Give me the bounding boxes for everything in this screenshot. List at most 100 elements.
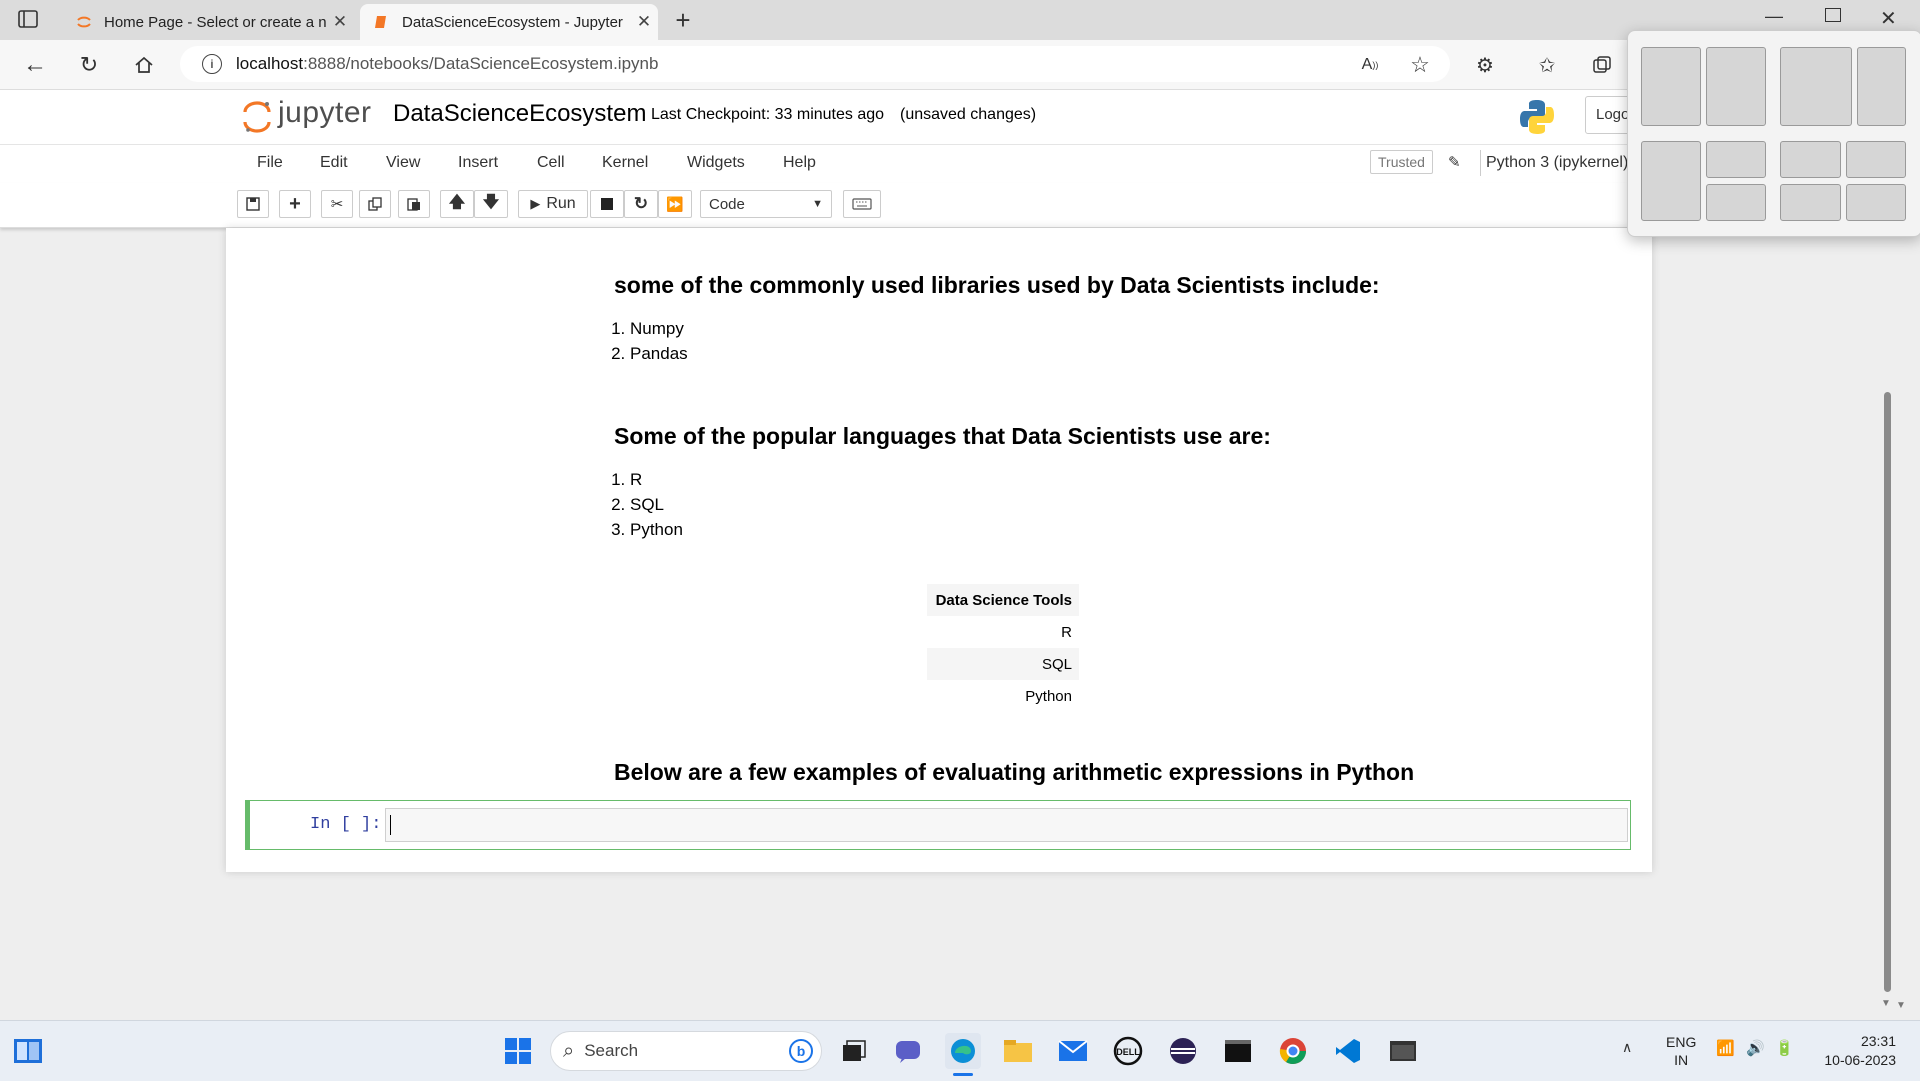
tab-title: DataScienceEcosystem - Jupyter bbox=[402, 13, 623, 31]
code-input[interactable] bbox=[385, 808, 1628, 842]
chevron-up-icon[interactable]: ∧ bbox=[1622, 1039, 1632, 1056]
snap-zone[interactable] bbox=[1780, 184, 1841, 221]
page-scrollbar[interactable]: ▼ bbox=[1880, 228, 1894, 1016]
jupyter-logo-text: jupyter bbox=[278, 96, 372, 129]
menu-edit[interactable]: Edit bbox=[320, 154, 348, 172]
tab-notebook[interactable]: DataScienceEcosystem - Jupyter ✕ bbox=[360, 4, 658, 40]
file-explorer-icon[interactable] bbox=[1000, 1033, 1036, 1069]
refresh-icon[interactable]: ↻ bbox=[72, 48, 106, 82]
scroll-down-icon[interactable]: ▼ bbox=[1881, 998, 1891, 1009]
move-up-icon[interactable]: 🡅 bbox=[440, 190, 474, 218]
wifi-icon[interactable]: 📶 bbox=[1716, 1039, 1735, 1057]
table-cell: SQL bbox=[927, 648, 1079, 680]
new-tab-button[interactable]: + bbox=[668, 6, 698, 36]
menu-cell[interactable]: Cell bbox=[537, 154, 565, 172]
fast-forward-icon[interactable]: ⏩ bbox=[658, 190, 692, 218]
edit-pencil-icon[interactable]: ✎ bbox=[1448, 153, 1461, 171]
app-window-icon[interactable] bbox=[1385, 1033, 1421, 1069]
notebook-title[interactable]: DataScienceEcosystem bbox=[393, 100, 646, 128]
battery-icon[interactable]: 🔋 bbox=[1775, 1039, 1794, 1057]
tab-actions-icon[interactable] bbox=[18, 10, 40, 30]
restart-icon[interactable]: ↻ bbox=[624, 190, 658, 218]
snap-zone[interactable] bbox=[1857, 47, 1906, 126]
paste-icon[interactable] bbox=[398, 190, 430, 218]
mail-icon[interactable] bbox=[1055, 1033, 1091, 1069]
menu-widgets[interactable]: Widgets bbox=[687, 154, 745, 172]
clock[interactable]: 23:31 10-06-2023 bbox=[1810, 1032, 1896, 1070]
snap-zone[interactable] bbox=[1706, 184, 1766, 221]
minimize-button[interactable]: — bbox=[1765, 6, 1783, 27]
scroll-down-icon[interactable]: ▼ bbox=[1896, 1000, 1906, 1011]
teams-chat-icon[interactable] bbox=[890, 1033, 926, 1069]
cell-type-select[interactable]: Code ▼ bbox=[700, 190, 832, 218]
url-path: :8888/notebooks/DataScienceEcosystem.ipy… bbox=[303, 54, 659, 73]
eclipse-icon[interactable] bbox=[1165, 1033, 1201, 1069]
cut-icon[interactable]: ✂ bbox=[321, 190, 353, 218]
table-cell: Python bbox=[1025, 687, 1072, 705]
start-icon[interactable] bbox=[500, 1033, 536, 1069]
task-view-icon[interactable] bbox=[836, 1033, 872, 1069]
snap-zone[interactable] bbox=[1846, 141, 1906, 178]
copy-icon[interactable] bbox=[359, 190, 391, 218]
snap-zone[interactable] bbox=[1780, 47, 1852, 126]
text-cursor bbox=[390, 815, 391, 835]
menu-kernel[interactable]: Kernel bbox=[602, 154, 648, 172]
vscode-icon[interactable] bbox=[1330, 1033, 1366, 1069]
close-tab-icon[interactable]: ✕ bbox=[326, 12, 354, 32]
extensions-icon[interactable]: ⚙ bbox=[1468, 48, 1502, 82]
url-field[interactable]: i localhost:8888/notebooks/DataScienceEc… bbox=[180, 46, 1450, 82]
jupyter-logo-icon[interactable] bbox=[242, 98, 272, 134]
insert-cell-icon[interactable]: + bbox=[279, 190, 311, 218]
save-icon[interactable] bbox=[237, 190, 269, 218]
bing-icon[interactable]: b bbox=[789, 1039, 813, 1063]
notebook-icon bbox=[374, 14, 390, 30]
snap-zone[interactable] bbox=[1641, 141, 1701, 221]
list-item: Python bbox=[630, 517, 683, 542]
language-indicator[interactable]: ENG IN bbox=[1666, 1033, 1696, 1069]
run-button[interactable]: ▶ Run bbox=[518, 190, 588, 218]
read-aloud-icon[interactable]: A)) bbox=[1353, 48, 1387, 82]
search-placeholder: Search bbox=[584, 1041, 639, 1060]
volume-icon[interactable]: 🔊 bbox=[1746, 1039, 1765, 1057]
run-label: Run bbox=[546, 195, 576, 212]
widgets-icon[interactable] bbox=[10, 1033, 46, 1069]
edge-icon[interactable] bbox=[945, 1033, 981, 1069]
chrome-icon[interactable] bbox=[1275, 1033, 1311, 1069]
menu-view[interactable]: View bbox=[386, 154, 420, 172]
clock-time: 23:31 bbox=[1860, 1033, 1896, 1049]
checkpoint-status: Last Checkpoint: 33 minutes ago bbox=[651, 106, 885, 123]
list-item: R bbox=[630, 467, 683, 492]
active-app-indicator bbox=[953, 1073, 973, 1076]
trusted-indicator[interactable]: Trusted bbox=[1370, 150, 1433, 174]
windows-taskbar: ⌕ Search b DELL ∧ ENG IN 📶 🔊 🔋 23:31 10-… bbox=[0, 1020, 1920, 1081]
tab-home-page[interactable]: Home Page - Select or create a n ✕ bbox=[62, 4, 354, 40]
dell-icon[interactable]: DELL bbox=[1110, 1033, 1146, 1069]
libraries-list: Numpy Pandas bbox=[630, 316, 688, 366]
kernel-indicator[interactable]: Python 3 (ipykernel) bbox=[1486, 154, 1628, 172]
close-tab-icon[interactable]: ✕ bbox=[630, 12, 658, 32]
home-icon[interactable] bbox=[127, 48, 161, 82]
snap-zone[interactable] bbox=[1706, 47, 1766, 126]
favorites-icon[interactable]: ✩ bbox=[1530, 48, 1564, 82]
menu-insert[interactable]: Insert bbox=[458, 154, 498, 172]
back-icon[interactable]: ← bbox=[18, 48, 52, 82]
stop-icon[interactable] bbox=[590, 190, 624, 218]
snap-zone[interactable] bbox=[1641, 47, 1701, 126]
menu-file[interactable]: File bbox=[257, 154, 283, 172]
terminal-icon[interactable] bbox=[1220, 1033, 1256, 1069]
move-down-icon[interactable]: 🡇 bbox=[474, 190, 508, 218]
snap-zone[interactable] bbox=[1780, 141, 1841, 178]
keyboard-icon[interactable] bbox=[843, 190, 881, 218]
list-item: SQL bbox=[630, 492, 683, 517]
menu-help[interactable]: Help bbox=[783, 154, 816, 172]
restore-button[interactable] bbox=[1825, 8, 1841, 22]
taskbar-search[interactable]: ⌕ Search b bbox=[550, 1031, 822, 1071]
close-window-button[interactable]: ✕ bbox=[1880, 6, 1897, 31]
code-cell[interactable]: In [ ]: bbox=[245, 800, 1631, 850]
snap-zone[interactable] bbox=[1846, 184, 1906, 221]
info-icon[interactable]: i bbox=[202, 54, 222, 74]
snap-zone[interactable] bbox=[1706, 141, 1766, 178]
favorite-star-icon[interactable]: ☆ bbox=[1403, 48, 1437, 82]
collections-icon[interactable] bbox=[1585, 48, 1619, 82]
scrollbar-thumb[interactable] bbox=[1884, 392, 1891, 992]
